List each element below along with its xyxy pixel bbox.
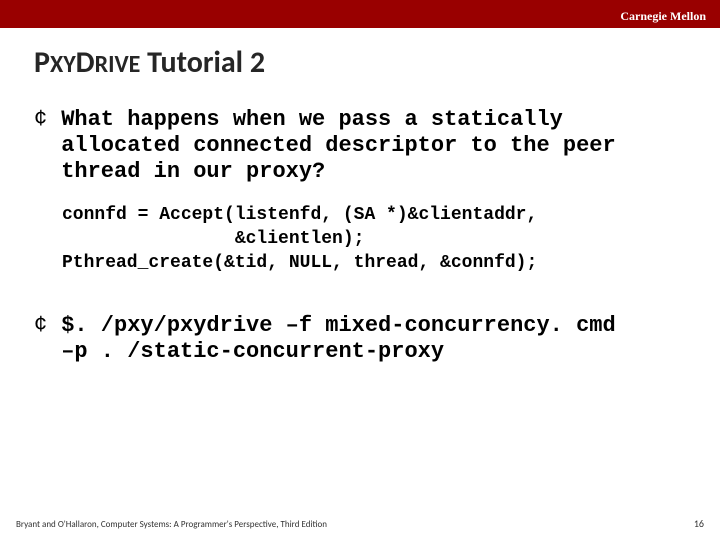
bullet-command: ¢ $. /pxy/pxydrive –f mixed-concurrency.… xyxy=(34,313,686,365)
title-rive: RIVE xyxy=(95,50,141,79)
slide-title: PXYDRIVE Tutorial 2 xyxy=(34,44,265,81)
cmd-line2: –p . /static-concurrent-proxy xyxy=(61,339,444,364)
title-d: D xyxy=(76,44,95,81)
header-org: Carnegie Mellon xyxy=(620,9,706,23)
question-text: What happens when we pass a statically a… xyxy=(61,107,686,185)
bullet-question: ¢ What happens when we pass a statically… xyxy=(34,107,686,185)
slide-content: ¢ What happens when we pass a statically… xyxy=(34,107,686,383)
cmd-line1: $. /pxy/pxydrive –f mixed-concurrency. c… xyxy=(61,313,616,338)
title-p: P xyxy=(34,44,50,81)
code-block: connfd = Accept(listenfd, (SA *)&clienta… xyxy=(62,203,686,275)
title-xy: XY xyxy=(50,50,76,79)
title-rest: Tutorial 2 xyxy=(140,44,265,81)
bullet-marker-icon: ¢ xyxy=(34,107,47,133)
footer-citation: Bryant and O'Hallaron, Computer Systems:… xyxy=(16,519,327,530)
page-number: 16 xyxy=(694,517,704,530)
header-bar: Carnegie Mellon xyxy=(0,0,720,28)
bullet-marker-icon: ¢ xyxy=(34,313,47,339)
command-text: $. /pxy/pxydrive –f mixed-concurrency. c… xyxy=(61,313,616,365)
